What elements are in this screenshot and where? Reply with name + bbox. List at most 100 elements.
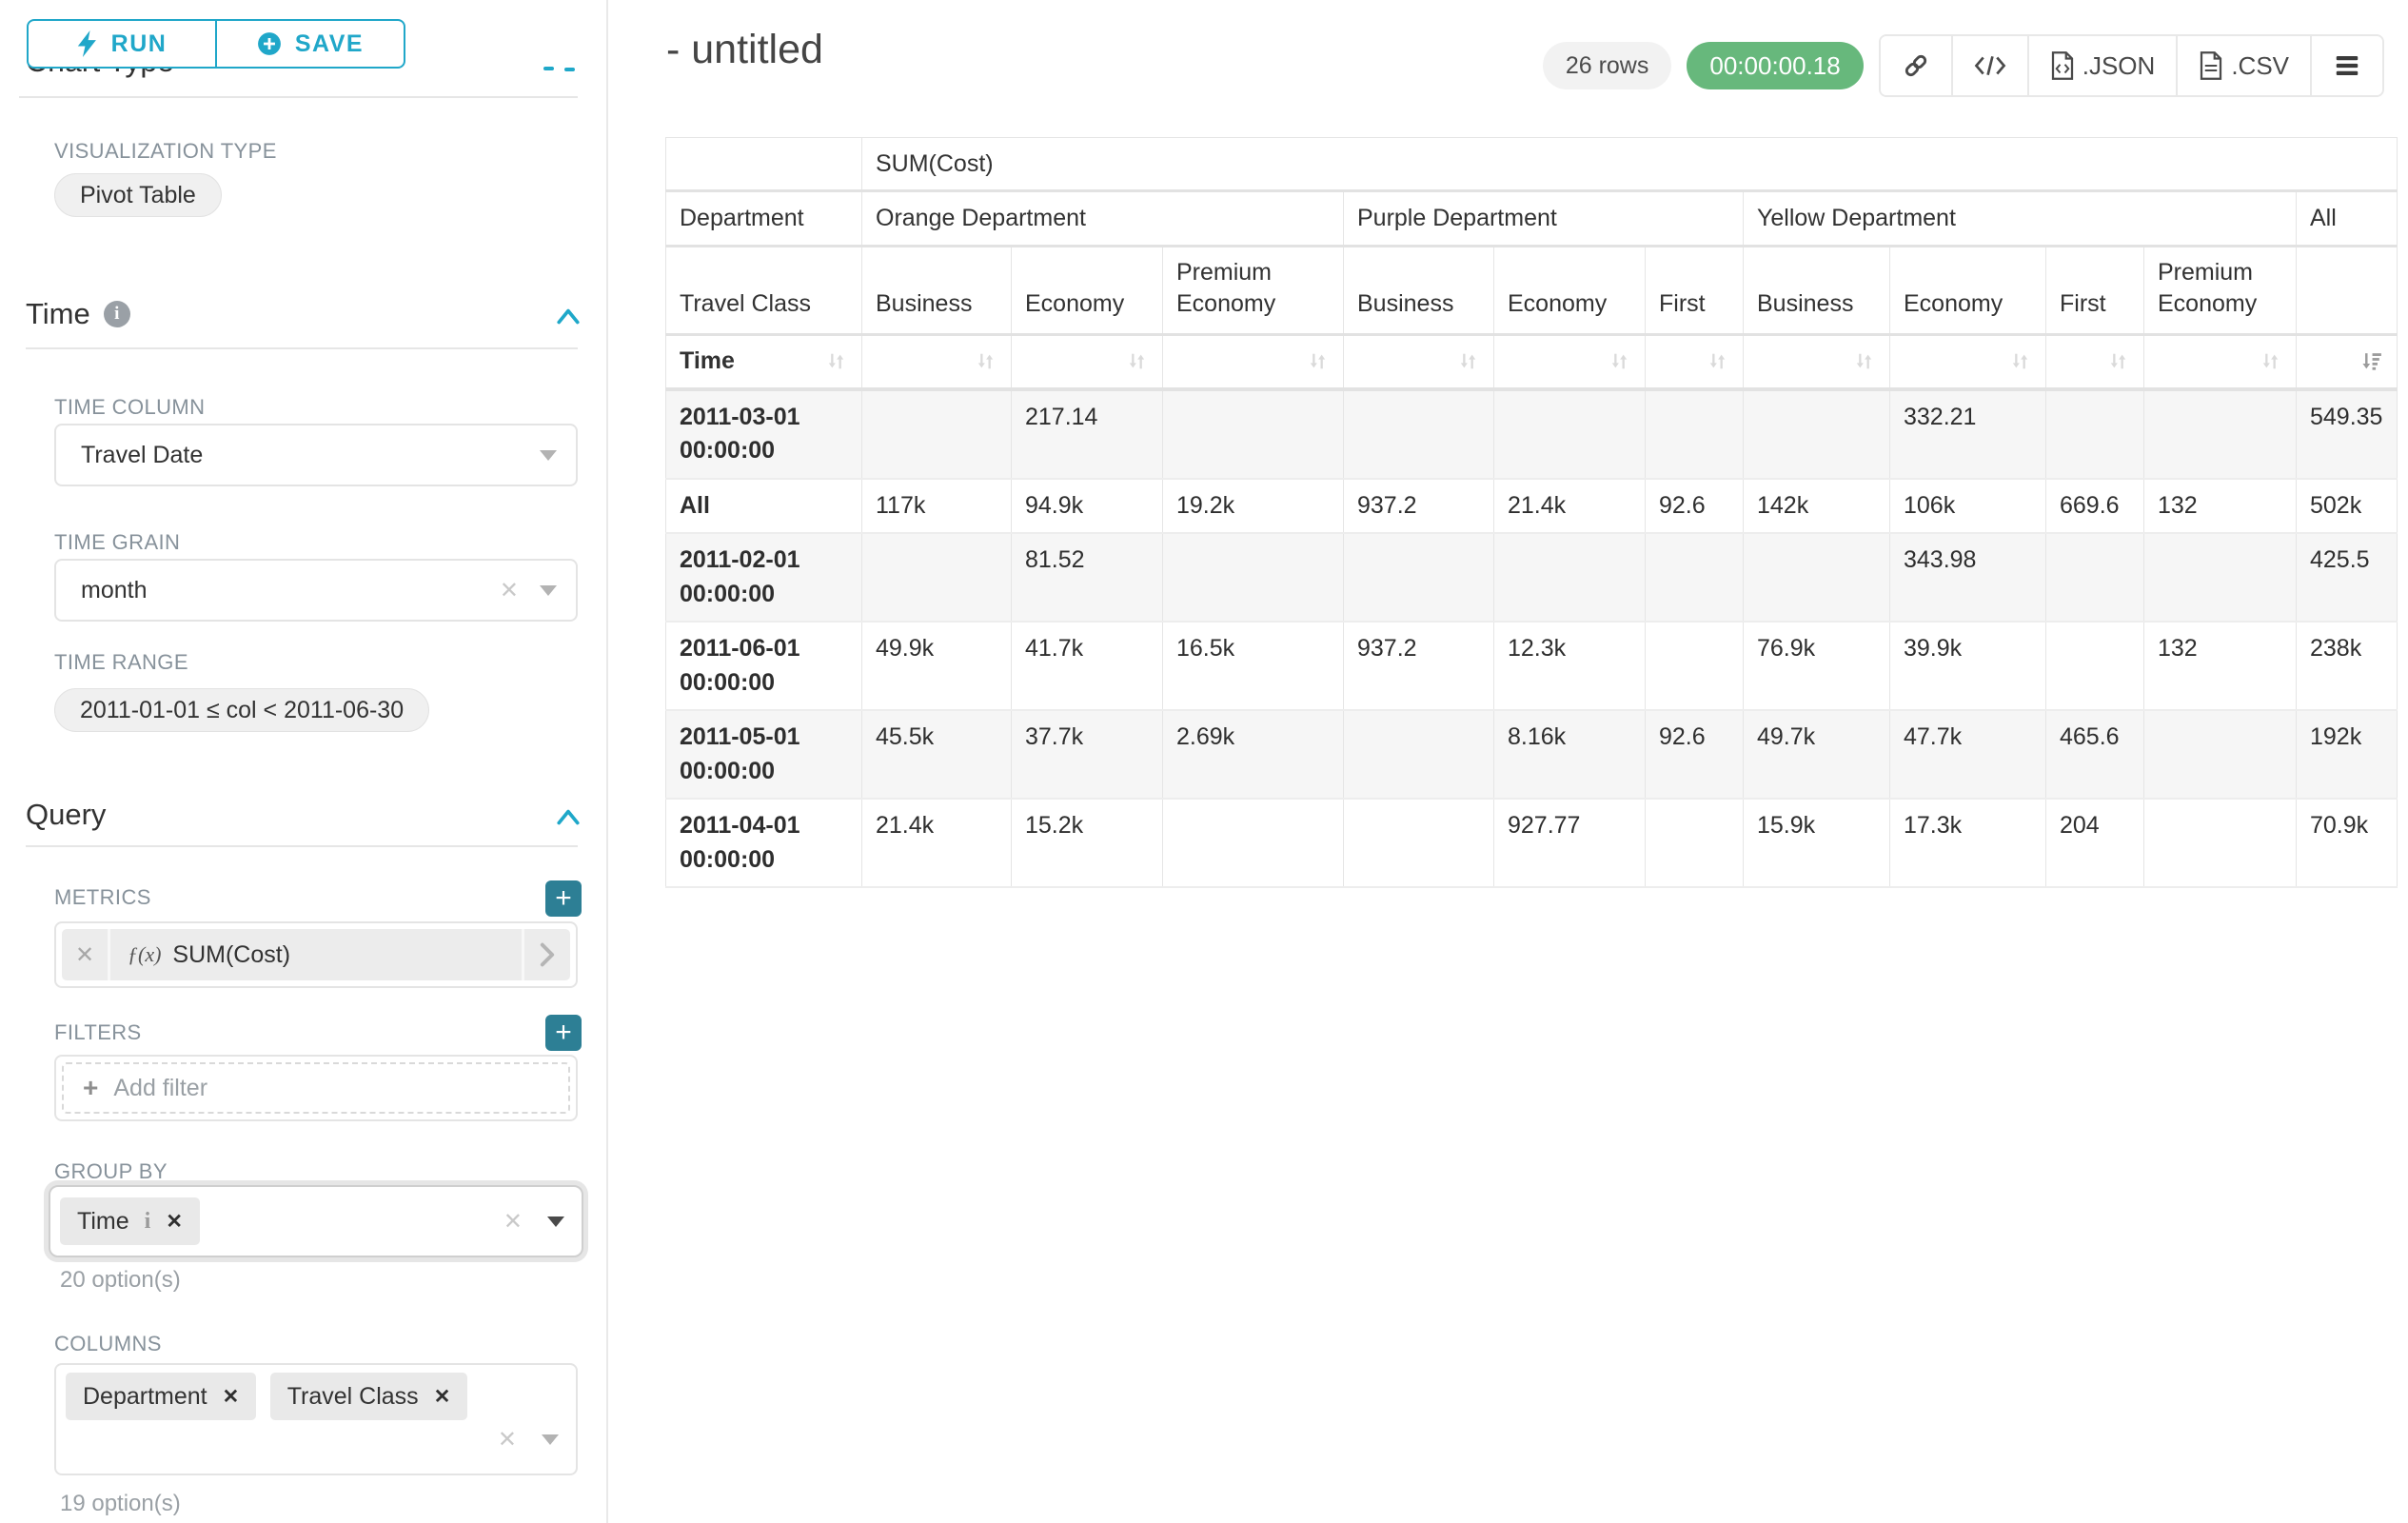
corner-cell (666, 138, 862, 191)
value-cell (2144, 710, 2297, 799)
export-json-button[interactable]: .JSON (2027, 36, 2177, 95)
json-file-icon (2050, 51, 2075, 80)
sort-icon[interactable] (1125, 349, 1149, 373)
run-button[interactable]: RUN (27, 19, 217, 69)
run-save-button-group: RUN SAVE (27, 19, 405, 69)
travel-class-header: Economy (1012, 247, 1163, 335)
time-grain-select[interactable]: month ✕ (54, 559, 578, 622)
time-range-pill[interactable]: 2011-01-01 ≤ col < 2011-06-30 (54, 688, 429, 732)
sort-header-cell[interactable] (1646, 335, 1744, 389)
chevron-up-icon[interactable] (556, 307, 581, 326)
time-section-header[interactable]: Time i (26, 297, 130, 331)
sort-header-cell[interactable] (2046, 335, 2144, 389)
value-cell (1344, 710, 1494, 799)
columns-tag: Department ✕ (66, 1373, 256, 1420)
time-section-title: Time (26, 297, 90, 331)
value-cell: 238k (2297, 622, 2398, 710)
remove-tag-icon[interactable]: ✕ (434, 1385, 451, 1409)
group-by-tag: Time i ✕ (60, 1197, 200, 1245)
export-csv-button[interactable]: .CSV (2176, 36, 2310, 95)
sort-header-cell[interactable] (1344, 335, 1494, 389)
sort-header-cell[interactable] (2144, 335, 2297, 389)
value-cell: 142k (1744, 479, 1890, 534)
add-filter-plus-button[interactable]: + (545, 1015, 582, 1051)
value-cell: 2.69k (1163, 710, 1344, 799)
sort-icon[interactable] (974, 349, 997, 373)
value-cell: 15.9k (1744, 799, 1890, 887)
row-label: 2011-03-01 00:00:00 (666, 389, 862, 479)
travel-class-header: Business (1344, 247, 1494, 335)
remove-metric-icon[interactable]: ✕ (62, 929, 110, 980)
metric-pill[interactable]: ✕ ƒ(x) SUM(Cost) (62, 929, 570, 980)
group-by-options-hint: 20 option(s) (60, 1267, 181, 1294)
value-cell (2144, 533, 2297, 622)
time-grain-value: month (81, 577, 500, 604)
sort-descending-icon[interactable] (2359, 349, 2383, 373)
columns-select[interactable]: Department ✕ Travel Class ✕ ✕ (54, 1363, 578, 1475)
query-timer-badge: 00:00:00.18 (1687, 42, 1863, 89)
metric-name: SUM(Cost) (172, 941, 290, 969)
sort-header-cell[interactable] (1890, 335, 2046, 389)
sort-icon[interactable] (2259, 349, 2282, 373)
remove-tag-icon[interactable]: ✕ (166, 1210, 183, 1234)
value-cell: 549.35 (2297, 389, 2398, 479)
value-cell (1744, 389, 1890, 479)
value-cell: 92.6 (1646, 710, 1744, 799)
copy-link-button[interactable] (1881, 36, 1951, 95)
code-icon (1974, 52, 2006, 79)
travel-class-header: Economy (1494, 247, 1646, 335)
value-cell (1344, 533, 1494, 622)
save-button[interactable]: SAVE (215, 19, 405, 69)
chevron-up-icon[interactable] (556, 807, 581, 826)
value-cell: 343.98 (1890, 533, 2046, 622)
remove-tag-icon[interactable]: ✕ (223, 1385, 240, 1409)
sort-icon[interactable] (1706, 349, 1729, 373)
sort-header-cell[interactable] (862, 335, 1012, 389)
embed-code-button[interactable] (1951, 36, 2027, 95)
sort-icon[interactable] (2106, 349, 2130, 373)
group-by-label: GROUP BY (54, 1159, 168, 1184)
value-cell: 217.14 (1012, 389, 1163, 479)
value-cell (2046, 622, 2144, 710)
add-metric-button[interactable]: + (545, 880, 582, 917)
viz-type-label: VISUALIZATION TYPE (54, 139, 277, 164)
sort-header-cell[interactable] (1494, 335, 1646, 389)
sort-icon[interactable] (1608, 349, 1631, 373)
collapse-chevron-fragment-icon (564, 68, 575, 71)
sort-icon[interactable] (2008, 349, 2032, 373)
sort-header-cell[interactable] (2297, 335, 2398, 389)
plus-icon: + (83, 1075, 98, 1101)
group-by-select[interactable]: Time i ✕ ✕ (49, 1185, 583, 1257)
add-filter-button[interactable]: + Add filter (62, 1062, 570, 1114)
value-cell: 669.6 (2046, 479, 2144, 534)
clear-icon[interactable]: ✕ (500, 577, 519, 604)
table-row: 2011-06-01 00:00:0049.9k41.7k16.5k937.21… (666, 622, 2398, 710)
more-options-button[interactable] (2310, 36, 2382, 95)
time-column-select[interactable]: Travel Date (54, 424, 578, 486)
value-cell (1646, 799, 1744, 887)
sort-header-cell[interactable] (1744, 335, 1890, 389)
expand-metric-icon[interactable] (522, 929, 570, 980)
sort-header-cell[interactable] (1163, 335, 1344, 389)
sort-icon[interactable] (1306, 349, 1330, 373)
row-axis-header[interactable]: Time (666, 335, 862, 389)
info-icon[interactable]: i (145, 1209, 151, 1235)
value-cell (1163, 533, 1344, 622)
query-section-header[interactable]: Query (26, 798, 106, 832)
superset-explore-page: Chart Type RUN SAVE VISUALIZATION TYPE P… (0, 0, 2408, 1523)
sort-icon[interactable] (1456, 349, 1480, 373)
info-icon[interactable]: i (104, 301, 130, 327)
sort-icon[interactable] (1852, 349, 1876, 373)
clear-icon[interactable]: ✕ (498, 1426, 517, 1454)
chart-title[interactable]: - untitled (666, 27, 823, 73)
clear-icon[interactable]: ✕ (503, 1208, 523, 1236)
value-cell (862, 533, 1012, 622)
sort-icon[interactable] (824, 349, 848, 373)
chart-toolbar: 26 rows 00:00:00.18 .JSON .CSV (1543, 34, 2384, 97)
columns-options-hint: 19 option(s) (60, 1491, 181, 1517)
sort-header-cell[interactable] (1012, 335, 1163, 389)
columns-tag: Travel Class ✕ (270, 1373, 468, 1420)
viz-type-pill[interactable]: Pivot Table (54, 173, 222, 217)
section-divider (19, 96, 578, 98)
value-cell (1494, 389, 1646, 479)
